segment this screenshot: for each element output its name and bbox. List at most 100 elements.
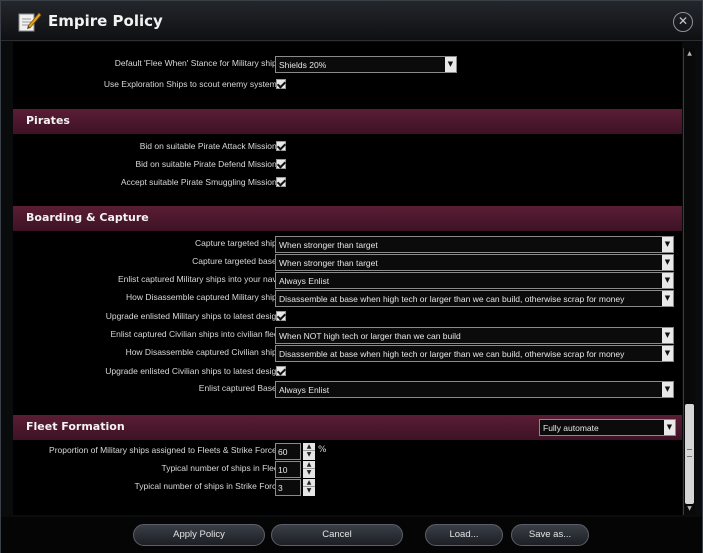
proportion-label: Proportion of Military ships assigned to…	[49, 445, 281, 455]
upgrade-military-row: Upgrade enlisted Military ships to lates…	[13, 309, 682, 327]
enlist-bases-dropdown[interactable]: Always Enlist ▼	[275, 381, 674, 398]
capture-ships-label: Capture targeted ships	[195, 238, 281, 248]
disassemble-civilian-row: How Disassemble captured Civilian ships …	[13, 345, 682, 363]
spin-down-icon[interactable]: ▼	[303, 451, 315, 459]
pirates-section-header: Pirates	[13, 109, 682, 134]
pirate-smuggle-checkbox[interactable]	[276, 177, 286, 187]
capture-bases-dropdown[interactable]: When stronger than target ▼	[275, 254, 674, 271]
policy-document-icon	[18, 12, 42, 32]
spin-up-icon[interactable]: ▲	[303, 479, 315, 487]
disassemble-military-label: How Disassemble captured Military ships	[126, 292, 281, 302]
proportion-stepper[interactable]: 60 ▲ ▼	[275, 443, 315, 460]
scroll-up-icon[interactable]: ▲	[684, 48, 695, 60]
pirate-attack-row: Bid on suitable Pirate Attack Missions	[13, 139, 682, 157]
upgrade-military-label: Upgrade enlisted Military ships to lates…	[105, 311, 281, 321]
enlist-military-value: Always Enlist	[279, 276, 330, 286]
fleet-size-row: Typical number of ships in Fleet 10 ▲ ▼	[13, 461, 682, 479]
load-button[interactable]: Load...	[425, 524, 503, 546]
title-bar: Empire Policy ✕	[1, 1, 702, 41]
strike-size-value: 3	[278, 483, 283, 493]
save-as-button[interactable]: Save as...	[511, 524, 589, 546]
pirate-smuggle-label: Accept suitable Pirate Smuggling Mission…	[120, 177, 281, 187]
upgrade-civilian-row: Upgrade enlisted Civilian ships to lates…	[13, 364, 682, 382]
flee-stance-row: Default 'Flee When' Stance for Military …	[13, 56, 682, 74]
empire-policy-window: Empire Policy ✕ Default 'Flee When' Stan…	[0, 0, 703, 553]
upgrade-civilian-label: Upgrade enlisted Civilian ships to lates…	[105, 366, 281, 376]
chevron-down-icon: ▼	[662, 382, 673, 397]
capture-ships-row: Capture targeted ships When stronger tha…	[13, 236, 682, 254]
disassemble-military-row: How Disassemble captured Military ships …	[13, 290, 682, 308]
fleet-mode-value: Fully automate	[543, 423, 599, 433]
vertical-scrollbar[interactable]: ▲ ▼	[683, 48, 695, 515]
enlist-military-row: Enlist captured Military ships into your…	[13, 272, 682, 290]
fleet-size-stepper[interactable]: 10 ▲ ▼	[275, 461, 315, 478]
proportion-spin-buttons[interactable]: ▲ ▼	[303, 443, 315, 460]
enlist-civilian-label: Enlist captured Civilian ships into civi…	[110, 329, 281, 339]
pirates-title: Pirates	[26, 114, 70, 127]
enlist-civilian-value: When NOT high tech or larger than we can…	[279, 331, 461, 341]
pirate-defend-label: Bid on suitable Pirate Defend Missions	[135, 159, 281, 169]
upgrade-civilian-checkbox[interactable]	[276, 366, 286, 376]
flee-stance-value: Shields 20%	[279, 60, 327, 70]
strike-size-label: Typical number of ships in Strike Force	[134, 481, 281, 491]
fleet-size-value: 10	[278, 465, 288, 475]
disassemble-civilian-dropdown[interactable]: Disassemble at base when high tech or la…	[275, 345, 674, 362]
strike-size-spin-buttons[interactable]: ▲ ▼	[303, 479, 315, 496]
window-title: Empire Policy	[48, 12, 163, 30]
capture-ships-dropdown[interactable]: When stronger than target ▼	[275, 236, 674, 253]
chevron-down-icon: ▼	[662, 291, 673, 306]
flee-stance-label: Default 'Flee When' Stance for Military …	[114, 58, 281, 68]
cancel-button[interactable]: Cancel	[271, 524, 403, 546]
enlist-bases-value: Always Enlist	[279, 385, 330, 395]
apply-policy-button[interactable]: Apply Policy	[133, 524, 265, 546]
pirate-defend-checkbox[interactable]	[276, 159, 286, 169]
enlist-military-dropdown[interactable]: Always Enlist ▼	[275, 272, 674, 289]
policy-content: Default 'Flee When' Stance for Military …	[13, 42, 682, 515]
upgrade-military-checkbox[interactable]	[276, 311, 286, 321]
strike-size-input[interactable]: 3	[275, 479, 301, 496]
spin-up-icon[interactable]: ▲	[303, 461, 315, 469]
chevron-down-icon: ▼	[662, 346, 673, 361]
enlist-civilian-row: Enlist captured Civilian ships into civi…	[13, 327, 682, 345]
proportion-row: Proportion of Military ships assigned to…	[13, 443, 682, 461]
fleet-title: Fleet Formation	[26, 420, 125, 433]
fleet-size-label: Typical number of ships in Fleet	[161, 463, 281, 473]
chevron-down-icon: ▼	[664, 420, 675, 435]
fleet-size-spin-buttons[interactable]: ▲ ▼	[303, 461, 315, 478]
pirate-attack-checkbox[interactable]	[276, 141, 286, 151]
disassemble-civilian-value: Disassemble at base when high tech or la…	[279, 349, 625, 359]
enlist-bases-label: Enlist captured Bases	[198, 383, 281, 393]
boarding-section-header: Boarding & Capture	[13, 206, 682, 231]
strike-size-stepper[interactable]: 3 ▲ ▼	[275, 479, 315, 496]
pirate-attack-label: Bid on suitable Pirate Attack Missions	[139, 141, 281, 151]
scroll-down-icon[interactable]: ▼	[684, 503, 695, 515]
boarding-title: Boarding & Capture	[26, 211, 149, 224]
enlist-bases-row: Enlist captured Bases Always Enlist ▼	[13, 381, 682, 399]
fleet-mode-dropdown[interactable]: Fully automate ▼	[539, 419, 676, 436]
spin-up-icon[interactable]: ▲	[303, 443, 315, 451]
chevron-down-icon: ▼	[662, 237, 673, 252]
disassemble-military-dropdown[interactable]: Disassemble at base when high tech or la…	[275, 290, 674, 307]
capture-bases-row: Capture targeted bases When stronger tha…	[13, 254, 682, 272]
disassemble-civilian-label: How Disassemble captured Civilian ships	[125, 347, 281, 357]
chevron-down-icon: ▼	[662, 328, 673, 343]
capture-bases-label: Capture targeted bases	[192, 256, 281, 266]
percent-unit: %	[318, 445, 327, 455]
footer-bar: Apply Policy Cancel Load... Save as...	[1, 517, 702, 553]
close-icon[interactable]: ✕	[673, 12, 693, 32]
flee-stance-dropdown[interactable]: Shields 20% ▼	[275, 56, 457, 73]
exploration-row: Use Exploration Ships to scout enemy sys…	[13, 77, 682, 95]
chevron-down-icon: ▼	[662, 255, 673, 270]
proportion-value: 60	[278, 447, 288, 457]
spin-down-icon[interactable]: ▼	[303, 469, 315, 477]
spin-down-icon[interactable]: ▼	[303, 487, 315, 495]
proportion-input[interactable]: 60	[275, 443, 301, 460]
fleet-size-input[interactable]: 10	[275, 461, 301, 478]
pirate-defend-row: Bid on suitable Pirate Defend Missions	[13, 157, 682, 175]
chevron-down-icon: ▼	[662, 273, 673, 288]
pirate-smuggle-row: Accept suitable Pirate Smuggling Mission…	[13, 175, 682, 193]
exploration-checkbox[interactable]	[276, 79, 286, 89]
chevron-down-icon: ▼	[445, 57, 456, 72]
scroll-grip-icon	[687, 449, 692, 457]
enlist-civilian-dropdown[interactable]: When NOT high tech or larger than we can…	[275, 327, 674, 344]
